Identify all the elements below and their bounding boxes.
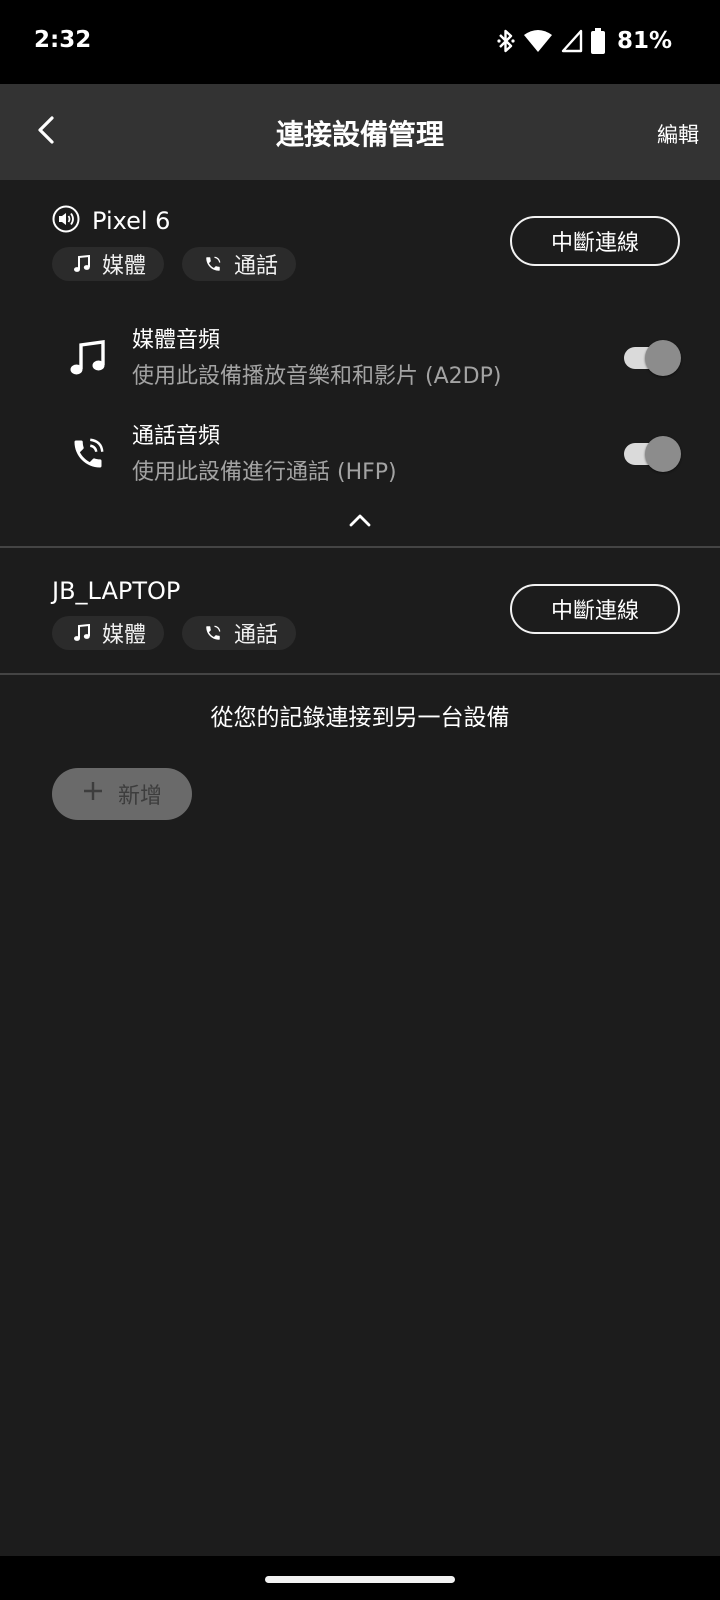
chip-media: 媒體 <box>52 247 165 281</box>
status-bar: 2:32 81% <box>0 0 720 84</box>
connect-other-device-label: 從您的記錄連接到另一台設備 <box>210 705 510 731</box>
profile-description: 使用此設備進行通話 (HFP) <box>132 460 397 485</box>
profile-title: 媒體音頻 <box>132 328 221 353</box>
app-bar: 連接設備管理 編輯 <box>0 84 720 180</box>
wifi-icon <box>523 29 553 53</box>
device-name: Pixel 6 <box>92 207 171 235</box>
status-icons: 81% <box>497 26 672 56</box>
chip-call-label: 通話 <box>234 623 279 648</box>
device-name: JB_LAPTOP <box>52 577 181 605</box>
divider <box>0 673 720 675</box>
chip-call: 通話 <box>182 616 297 650</box>
profile-call-audio: 通話音頻 使用此設備進行通話 (HFP) <box>0 414 720 498</box>
phone-in-talk-icon <box>66 432 110 476</box>
collapse-button[interactable] <box>344 510 376 534</box>
disconnect-button-pixel6[interactable]: 中斷連線 <box>510 216 680 266</box>
chip-media: 媒體 <box>52 616 165 650</box>
music-note-icon <box>74 624 90 642</box>
speaker-icon <box>52 205 80 237</box>
battery-percent: 81% <box>616 28 672 54</box>
chevron-up-icon <box>348 512 372 532</box>
disconnect-button-jb-laptop[interactable]: 中斷連線 <box>510 584 680 634</box>
divider <box>0 546 720 548</box>
device-profile-chips: 媒體 通話 <box>52 247 297 281</box>
music-note-icon <box>74 255 90 273</box>
status-time: 2:32 <box>34 27 92 53</box>
chip-call-label: 通話 <box>234 254 279 279</box>
toggle-thumb <box>645 340 681 376</box>
chip-media-label: 媒體 <box>102 623 147 648</box>
toggle-thumb <box>645 436 681 472</box>
profile-media-audio: 媒體音頻 使用此設備播放音樂和和影片 (A2DP) <box>0 318 720 402</box>
plus-icon <box>82 780 104 808</box>
profile-description: 使用此設備播放音樂和和影片 (A2DP) <box>132 364 502 389</box>
gesture-handle[interactable] <box>265 1576 455 1583</box>
device-profile-chips: 媒體 通話 <box>52 616 297 650</box>
add-button-label: 新增 <box>117 784 162 809</box>
chip-media-label: 媒體 <box>102 254 147 279</box>
cell-signal-icon <box>561 29 583 53</box>
phone-icon <box>204 255 222 273</box>
device-header-pixel6: Pixel 6 <box>52 205 170 237</box>
media-audio-toggle[interactable] <box>624 340 681 376</box>
profile-title: 通話音頻 <box>132 424 221 449</box>
battery-icon <box>590 28 605 54</box>
phone-icon <box>204 624 222 642</box>
device-header-jb-laptop: JB_LAPTOP <box>52 577 180 605</box>
edit-button[interactable]: 編輯 <box>657 119 699 149</box>
chip-call: 通話 <box>182 247 297 281</box>
page-title: 連接設備管理 <box>275 118 444 151</box>
bluetooth-icon <box>497 28 515 54</box>
add-device-button[interactable]: 新增 <box>52 768 192 820</box>
music-note-icon <box>66 336 110 380</box>
call-audio-toggle[interactable] <box>624 436 681 472</box>
